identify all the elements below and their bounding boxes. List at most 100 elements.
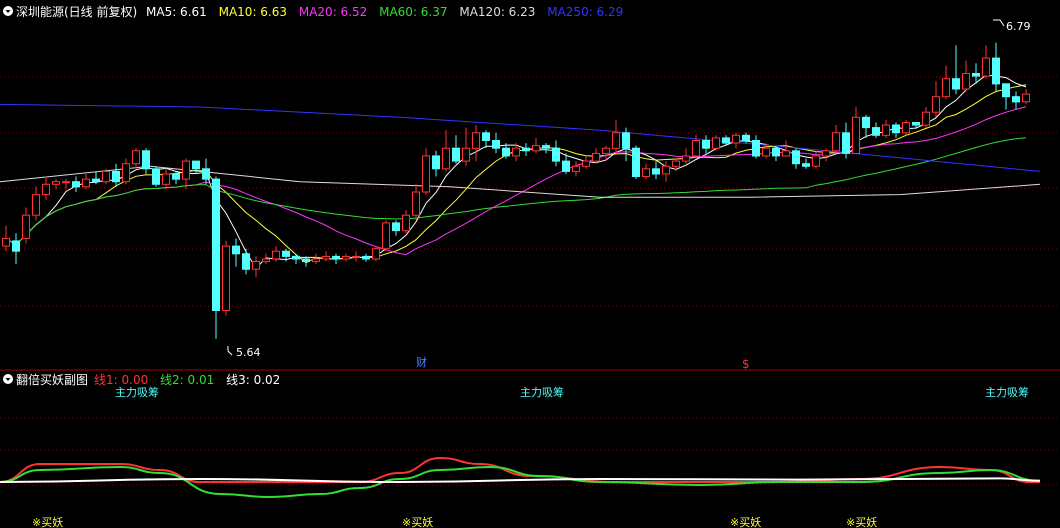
- price-header: 深圳能源(日线 前复权) MA5: 6.61 MA10: 6.63 MA20: …: [3, 4, 623, 19]
- candle: [772, 145, 780, 162]
- candle-body: [812, 155, 820, 167]
- candle: [592, 148, 600, 164]
- candle-body: [242, 253, 250, 270]
- candle-body: [82, 178, 90, 188]
- candle-body: [892, 124, 900, 134]
- candle-body: [902, 122, 910, 134]
- candle: [372, 246, 380, 262]
- ma60-label: MA60: 6.37: [379, 5, 447, 19]
- candle-body: [342, 255, 350, 260]
- sub-title: 翻倍买妖副图: [16, 372, 88, 387]
- candle: [322, 251, 330, 262]
- candle-body: [382, 222, 390, 250]
- candle-body: [602, 147, 610, 154]
- candle: [542, 143, 550, 154]
- stock-chart: 深圳能源(日线 前复权) MA5: 6.61 MA10: 6.63 MA20: …: [0, 4, 1060, 528]
- candle-body: [582, 160, 590, 167]
- candle: [42, 176, 50, 200]
- candle-body: [592, 152, 600, 162]
- candle-body: [702, 140, 710, 149]
- candle: [182, 158, 190, 190]
- zhuli-label-3: 主力吸筹: [985, 385, 1029, 399]
- candle-body: [192, 160, 200, 170]
- candle: [102, 168, 110, 185]
- candle-body: [272, 250, 280, 260]
- candle-body: [42, 183, 50, 196]
- candle: [652, 161, 660, 180]
- candle: [332, 253, 340, 265]
- candle: [872, 122, 880, 138]
- candle-body: [642, 168, 650, 178]
- candle-body: [612, 132, 620, 149]
- candle-body: [32, 194, 40, 216]
- candle: [262, 253, 270, 265]
- candle-body: [682, 155, 690, 162]
- buy-label-1: ※买妖: [32, 515, 63, 528]
- candle: [292, 253, 300, 265]
- candle-body: [462, 147, 470, 162]
- candle-body: [482, 132, 490, 142]
- candle-body: [362, 255, 370, 260]
- line3-label: 线3: 0.02: [226, 373, 280, 387]
- candle-body: [992, 57, 1000, 85]
- candle: [162, 168, 170, 190]
- candle-body: [262, 258, 270, 263]
- candle: [842, 122, 850, 159]
- candle: [992, 42, 1000, 92]
- candle: [902, 119, 910, 136]
- candle: [1022, 89, 1030, 105]
- candle-body: [2, 237, 10, 247]
- candlestick-series: [2, 42, 1030, 339]
- candle: [402, 210, 410, 234]
- candle: [952, 45, 960, 95]
- candle: [52, 179, 60, 190]
- candle: [112, 163, 120, 187]
- buy-label-3: ※买妖: [730, 515, 761, 528]
- candle-body: [302, 258, 310, 263]
- candle-body: [632, 147, 640, 177]
- candle: [522, 143, 530, 156]
- candle-body: [772, 147, 780, 157]
- ma-legend: MA5: 6.61 MA10: 6.63 MA20: 6.52 MA60: 6.…: [146, 5, 623, 19]
- candle-body: [542, 145, 550, 149]
- candle-body: [312, 258, 320, 263]
- candle: [732, 132, 740, 149]
- candle-body: [162, 173, 170, 185]
- candle-body: [922, 111, 930, 126]
- low-marker: [227, 346, 233, 356]
- candle-body: [952, 78, 960, 90]
- candle-body: [292, 255, 300, 260]
- candle: [82, 174, 90, 190]
- candle: [252, 256, 260, 277]
- candle-body: [1022, 93, 1030, 103]
- candle-body: [572, 165, 580, 172]
- candle-body: [152, 168, 160, 185]
- candle-body: [852, 116, 860, 154]
- candle: [22, 207, 30, 244]
- candle-body: [792, 150, 800, 165]
- buy-label-2: ※买妖: [402, 515, 433, 528]
- candle-body: [222, 245, 230, 312]
- candle-body: [392, 222, 400, 232]
- candle-body: [442, 147, 450, 170]
- candle-body: [872, 127, 880, 136]
- candle: [432, 150, 440, 177]
- candle-body: [532, 145, 540, 152]
- candle-body: [1012, 96, 1020, 103]
- candle: [242, 248, 250, 275]
- candle: [672, 158, 680, 172]
- candle-body: [512, 147, 520, 157]
- candle-body: [672, 160, 680, 167]
- candle-body: [132, 150, 140, 165]
- candle: [702, 135, 710, 154]
- candle: [922, 107, 930, 128]
- candle-body: [972, 73, 980, 77]
- candle: [232, 238, 240, 267]
- candle-body: [802, 163, 810, 167]
- candle-body: [732, 134, 740, 144]
- candle-body: [332, 255, 340, 260]
- candle: [12, 233, 20, 265]
- candle-body: [762, 147, 770, 157]
- ma10-label: MA10: 6.63: [219, 5, 287, 19]
- candle: [482, 130, 490, 149]
